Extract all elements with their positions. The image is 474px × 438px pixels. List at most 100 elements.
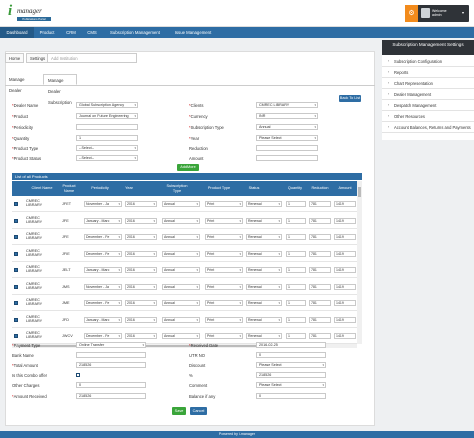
periodicity-select[interactable]: December - Fe ▾ bbox=[84, 300, 122, 306]
status-select[interactable]: Renewal ▾ bbox=[246, 201, 282, 207]
row-checkbox[interactable] bbox=[14, 235, 18, 239]
subscription-type-select[interactable]: Annual ▾ bbox=[162, 316, 200, 323]
cancel-button[interactable]: Cancel bbox=[190, 407, 207, 415]
discount-percent-field[interactable]: 218526 bbox=[256, 372, 326, 378]
app-logo[interactable]: i manager Publications Portal bbox=[8, 3, 54, 23]
quantity-input[interactable]: 1 bbox=[286, 250, 306, 257]
sidebar-item-reports[interactable]: › Reports bbox=[382, 67, 474, 78]
subscription-type-select[interactable]: Annual ▾ bbox=[256, 124, 318, 130]
product-type-select[interactable]: Print ▾ bbox=[205, 300, 243, 306]
balance-field[interactable]: 0 bbox=[256, 393, 326, 399]
sidebar-item-other-resources[interactable]: › Other Resources bbox=[382, 111, 474, 122]
status-select[interactable]: Renewal ▾ bbox=[246, 333, 282, 339]
quantity-input[interactable]: 1 bbox=[286, 316, 306, 323]
product-type-select[interactable]: Print ▾ bbox=[205, 333, 243, 339]
reduction-input[interactable]: 781 bbox=[309, 201, 331, 207]
product-type-select[interactable]: Print ▾ bbox=[205, 234, 243, 240]
subscription-type-select[interactable]: Annual ▾ bbox=[162, 201, 200, 207]
amount-input[interactable]: 1419 bbox=[334, 316, 356, 323]
product-type-select[interactable]: Print ▾ bbox=[205, 283, 243, 290]
tab-manage-dealer[interactable]: Manage Dealer bbox=[5, 74, 29, 93]
year-select[interactable]: 2016 ▾ bbox=[125, 283, 157, 290]
total-amount-field[interactable]: 218526 bbox=[76, 362, 146, 368]
nav-crm[interactable]: CRM bbox=[60, 27, 82, 38]
product-status-select[interactable]: --Select-- ▾ bbox=[76, 155, 138, 161]
subscription-type-select[interactable]: Annual ▾ bbox=[162, 300, 200, 306]
row-checkbox[interactable] bbox=[14, 317, 18, 322]
periodicity-select[interactable]: November - Ja ▾ bbox=[84, 201, 122, 207]
reduction-input[interactable]: 781 bbox=[309, 234, 331, 240]
periodicity-select[interactable]: November - Ja ▾ bbox=[84, 283, 122, 290]
amount-input[interactable]: 1419 bbox=[334, 234, 356, 240]
product-type-select[interactable]: Print ▾ bbox=[205, 250, 243, 257]
row-checkbox[interactable] bbox=[14, 301, 18, 305]
year-select[interactable]: 2016 ▾ bbox=[125, 217, 157, 224]
row-checkbox[interactable] bbox=[14, 284, 18, 289]
amount-input[interactable]: 1419 bbox=[334, 201, 356, 207]
status-select[interactable]: Renewal ▾ bbox=[246, 234, 282, 240]
status-select[interactable]: Renewal ▾ bbox=[246, 250, 282, 257]
quantity-input[interactable]: 1 bbox=[286, 300, 306, 306]
periodicity-select[interactable]: December - Fe ▾ bbox=[84, 234, 122, 240]
amount-field[interactable] bbox=[256, 155, 318, 161]
status-select[interactable]: Renewal ▾ bbox=[246, 267, 282, 273]
periodicity-select[interactable]: January - Marc ▾ bbox=[84, 316, 122, 323]
amount-input[interactable]: 1419 bbox=[334, 333, 356, 339]
periodicity-field[interactable] bbox=[76, 124, 138, 130]
discount-select[interactable]: Please Select ▾ bbox=[256, 362, 326, 368]
quantity-input[interactable]: 1 bbox=[286, 234, 306, 240]
year-select[interactable]: 2016 ▾ bbox=[125, 250, 157, 257]
dealer-name-select[interactable]: Global Subscription Agency ▾ bbox=[76, 102, 138, 108]
subscription-type-select[interactable]: Annual ▾ bbox=[162, 234, 200, 240]
periodicity-select[interactable]: December - Fe ▾ bbox=[84, 250, 122, 257]
subscription-type-select[interactable]: Annual ▾ bbox=[162, 267, 200, 273]
quantity-input[interactable]: 1 bbox=[286, 267, 306, 273]
product-type-select[interactable]: Print ▾ bbox=[205, 201, 243, 207]
status-select[interactable]: Renewal ▾ bbox=[246, 217, 282, 224]
subscription-type-select[interactable]: Annual ▾ bbox=[162, 250, 200, 257]
comment-select[interactable]: Please Select ▾ bbox=[256, 382, 326, 388]
reduction-input[interactable]: 781 bbox=[309, 250, 331, 257]
amount-input[interactable]: 1419 bbox=[334, 250, 356, 257]
payment-type-select[interactable]: Online Transfer ▾ bbox=[76, 342, 146, 348]
quantity-field[interactable]: 1 bbox=[76, 135, 138, 141]
nav-cms[interactable]: CMS bbox=[82, 27, 102, 38]
reduction-input[interactable]: 781 bbox=[309, 333, 331, 339]
table-scroll-thumb[interactable] bbox=[358, 187, 361, 197]
row-checkbox[interactable] bbox=[14, 334, 18, 338]
product-type-select[interactable]: --Select-- ▾ bbox=[76, 145, 138, 151]
amount-input[interactable]: 1419 bbox=[334, 267, 356, 273]
row-checkbox[interactable] bbox=[14, 268, 18, 272]
periodicity-select[interactable]: January - Marc ▾ bbox=[84, 217, 122, 224]
chevron-down-icon[interactable]: ▾ bbox=[462, 10, 464, 15]
clients-select[interactable]: CMREC LIBRARY ▾ bbox=[256, 102, 318, 108]
nav-issue-management[interactable]: Issue Management bbox=[168, 27, 218, 38]
year-select[interactable]: 2016 ▾ bbox=[125, 267, 157, 273]
nav-dashboard[interactable]: Dashboard bbox=[0, 27, 34, 38]
product-type-select[interactable]: Print ▾ bbox=[205, 217, 243, 224]
row-checkbox[interactable] bbox=[14, 218, 18, 223]
periodicity-select[interactable]: January - Marc ▾ bbox=[84, 267, 122, 273]
year-select[interactable]: 2016 ▾ bbox=[125, 300, 157, 306]
status-select[interactable]: Renewal ▾ bbox=[246, 300, 282, 306]
sidebar-item-chart-representation[interactable]: › Chart Representation bbox=[382, 78, 474, 89]
reduction-input[interactable]: 781 bbox=[309, 316, 331, 323]
sidebar-item-despatch-management[interactable]: › Despatch Management bbox=[382, 100, 474, 111]
quantity-input[interactable]: 1 bbox=[286, 201, 306, 207]
amount-input[interactable]: 1419 bbox=[334, 283, 356, 290]
periodicity-select[interactable]: December - Fe ▾ bbox=[84, 333, 122, 339]
product-type-select[interactable]: Print ▾ bbox=[205, 267, 243, 273]
save-button[interactable]: Save bbox=[172, 407, 186, 415]
quantity-input[interactable]: 1 bbox=[286, 333, 306, 339]
quantity-input[interactable]: 1 bbox=[286, 217, 306, 224]
received-date-field[interactable]: 2016-02-25 bbox=[256, 342, 326, 348]
sidebar-item-subscription-configuration[interactable]: › Subscription Configuration bbox=[382, 56, 474, 67]
reduction-input[interactable]: 781 bbox=[309, 217, 331, 224]
currency-select[interactable]: INR ▾ bbox=[256, 113, 318, 119]
sidebar-item-account-balances[interactable]: › Account Balances, Returns and Payments bbox=[382, 122, 474, 133]
reduction-input[interactable]: 781 bbox=[309, 283, 331, 290]
subscription-type-select[interactable]: Annual ▾ bbox=[162, 283, 200, 290]
combo-offer-checkbox[interactable] bbox=[76, 373, 80, 377]
subscription-type-select[interactable]: Annual ▾ bbox=[162, 333, 200, 339]
bank-name-field[interactable] bbox=[76, 352, 146, 358]
